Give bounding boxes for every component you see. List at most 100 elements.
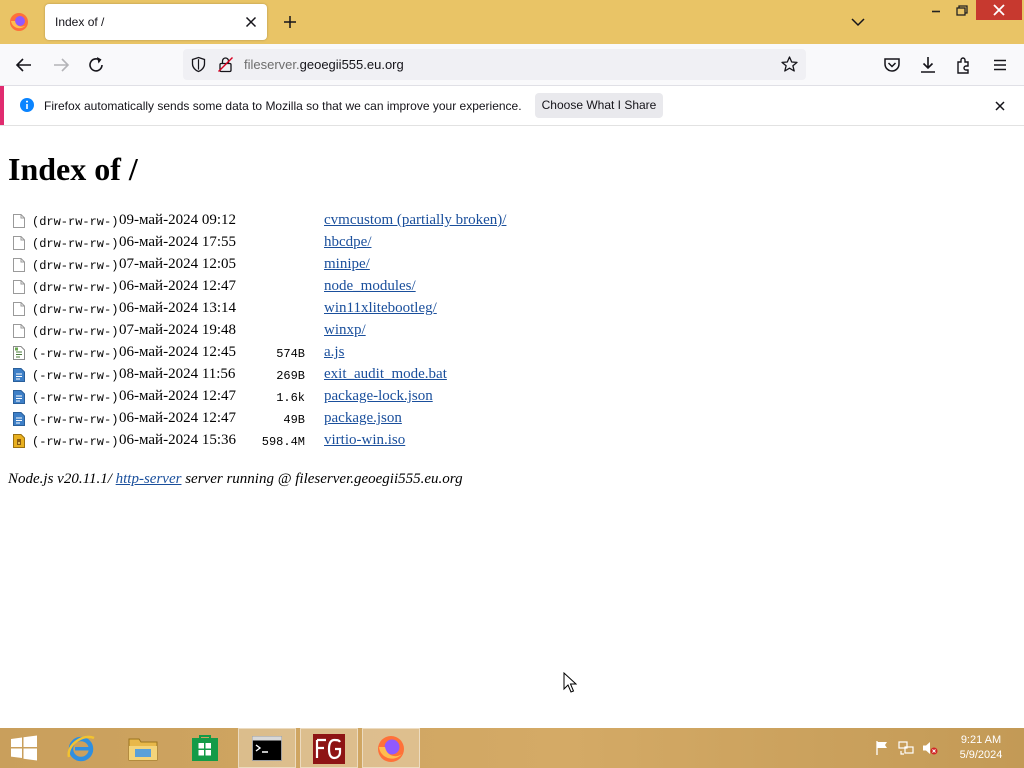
pocket-icon[interactable]	[881, 54, 903, 76]
close-window-button[interactable]	[976, 0, 1022, 20]
shield-icon[interactable]	[190, 56, 207, 73]
chevron-down-icon[interactable]	[848, 12, 868, 32]
clock-date: 5/9/2024	[959, 749, 1003, 761]
fg-app-icon	[313, 734, 345, 764]
windows-start-icon[interactable]	[10, 735, 38, 761]
address-bar[interactable]: fileserver.geoegii555.eu.org	[183, 49, 806, 80]
file-explorer-icon	[128, 738, 158, 761]
command-prompt-icon	[252, 736, 282, 761]
file-link[interactable]: package.json	[324, 410, 402, 427]
internet-explorer-icon	[67, 735, 95, 762]
file-permissions: (-rw-rw-rw-)	[32, 413, 119, 427]
file-link[interactable]: node_modules/	[324, 278, 416, 295]
restore-window-icon[interactable]	[950, 0, 974, 22]
action-center-flag-icon[interactable]	[874, 740, 890, 756]
choose-what-i-share-button[interactable]: Choose What I Share	[535, 93, 663, 118]
file-modified-date: 08-май-2024 11:56	[119, 366, 236, 382]
bookmark-star-icon[interactable]	[780, 55, 799, 74]
file-modified-date: 06-май-2024 12:47	[119, 278, 236, 294]
back-arrow-icon[interactable]	[13, 54, 35, 76]
file-size: 49B	[283, 413, 305, 427]
url-subdomain: fileserver.	[244, 57, 300, 72]
archive-file-icon	[13, 434, 25, 448]
file-modified-date: 09-май-2024 09:12	[119, 212, 236, 228]
folder-file-icon	[13, 302, 25, 316]
mouse-pointer-icon	[563, 672, 577, 693]
folder-file-icon	[13, 280, 25, 294]
file-permissions: (drw-rw-rw-)	[32, 281, 119, 295]
footer-suffix: server running @ fileserver.geoegii555.e…	[181, 471, 463, 487]
forward-arrow-icon[interactable]	[50, 54, 72, 76]
notification-bar: Firefox automatically sends some data to…	[0, 86, 1024, 126]
folder-file-icon	[13, 258, 25, 272]
extensions-icon[interactable]	[953, 54, 975, 76]
notification-message: Firefox automatically sends some data to…	[44, 99, 522, 113]
file-size: 1.6k	[276, 391, 305, 405]
firefox-logo-icon[interactable]	[9, 12, 29, 32]
file-permissions: (-rw-rw-rw-)	[32, 347, 119, 361]
file-size: 598.4M	[261, 435, 305, 449]
file-modified-date: 06-май-2024 17:55	[119, 234, 236, 250]
firefox-taskbar-button[interactable]	[362, 728, 420, 768]
file-modified-date: 06-май-2024 13:14	[119, 300, 236, 316]
url-text[interactable]: fileserver.geoegii555.eu.org	[244, 57, 404, 72]
store-taskbar-button[interactable]	[176, 728, 234, 768]
system-clock[interactable]: 9:21 AM 5/9/2024	[946, 733, 1016, 763]
file-permissions: (drw-rw-rw-)	[32, 303, 119, 317]
file-modified-date: 07-май-2024 12:05	[119, 256, 236, 272]
file-permissions: (-rw-rw-rw-)	[32, 391, 119, 405]
insecure-lock-icon[interactable]	[217, 56, 234, 73]
file-link[interactable]: a.js	[324, 344, 344, 361]
file-modified-date: 06-май-2024 15:36	[119, 432, 236, 448]
active-tab[interactable]: Index of /	[45, 4, 267, 40]
file-size: 574B	[276, 347, 305, 361]
file-modified-date: 06-май-2024 12:47	[119, 410, 236, 426]
file-permissions: (drw-rw-rw-)	[32, 215, 119, 229]
command-prompt-taskbar-button[interactable]	[238, 728, 296, 768]
file-size: 269B	[276, 369, 305, 383]
file-permissions: (-rw-rw-rw-)	[32, 435, 119, 449]
folder-file-icon	[13, 236, 25, 250]
http-server-link[interactable]: http-server	[116, 471, 182, 487]
volume-muted-icon[interactable]	[922, 740, 938, 756]
url-domain: geoegii555.eu.org	[299, 57, 404, 72]
windows-store-icon	[192, 735, 218, 761]
close-tab-icon[interactable]	[241, 12, 261, 32]
text-file-icon	[13, 390, 25, 404]
server-footer: Node.js v20.11.1/ http-server server run…	[8, 471, 463, 488]
file-link[interactable]: hbcdpe/	[324, 234, 371, 251]
script-file-icon	[13, 346, 25, 360]
file-link[interactable]: win11xlitebootleg/	[324, 300, 437, 317]
file-link[interactable]: winxp/	[324, 322, 366, 339]
new-tab-icon[interactable]	[280, 12, 300, 32]
page-title: Index of /	[8, 151, 138, 187]
file-modified-date: 06-май-2024 12:45	[119, 344, 236, 360]
windows-taskbar: 9:21 AM 5/9/2024	[0, 728, 1024, 768]
file-link[interactable]: exit_audit_mode.bat	[324, 366, 447, 383]
fg-app-taskbar-button[interactable]	[300, 728, 358, 768]
file-permissions: (drw-rw-rw-)	[32, 259, 119, 273]
firefox-icon	[378, 736, 404, 762]
footer-prefix: Node.js v20.11.1/	[8, 471, 116, 487]
navigation-toolbar: fileserver.geoegii555.eu.org	[0, 44, 1024, 86]
text-file-icon	[13, 412, 25, 426]
file-link[interactable]: cvmcustom (partially broken)/	[324, 212, 506, 229]
file-explorer-taskbar-button[interactable]	[114, 728, 172, 768]
reload-icon[interactable]	[85, 54, 107, 76]
file-link[interactable]: minipe/	[324, 256, 370, 273]
menu-hamburger-icon[interactable]	[989, 54, 1011, 76]
file-link[interactable]: virtio-win.iso	[324, 432, 405, 449]
file-permissions: (-rw-rw-rw-)	[32, 369, 119, 383]
text-file-icon	[13, 368, 25, 382]
close-notification-icon[interactable]	[992, 98, 1008, 114]
minimize-window-icon[interactable]	[924, 0, 948, 22]
internet-explorer-taskbar-button[interactable]	[52, 728, 110, 768]
clock-time: 9:21 AM	[960, 734, 1002, 746]
notification-accent-stripe	[0, 86, 4, 125]
network-icon[interactable]	[898, 740, 914, 756]
title-bar: Index of /	[0, 0, 1024, 44]
file-link[interactable]: package-lock.json	[324, 388, 433, 405]
file-modified-date: 07-май-2024 19:48	[119, 322, 236, 338]
file-permissions: (drw-rw-rw-)	[32, 237, 119, 251]
downloads-icon[interactable]	[917, 54, 939, 76]
